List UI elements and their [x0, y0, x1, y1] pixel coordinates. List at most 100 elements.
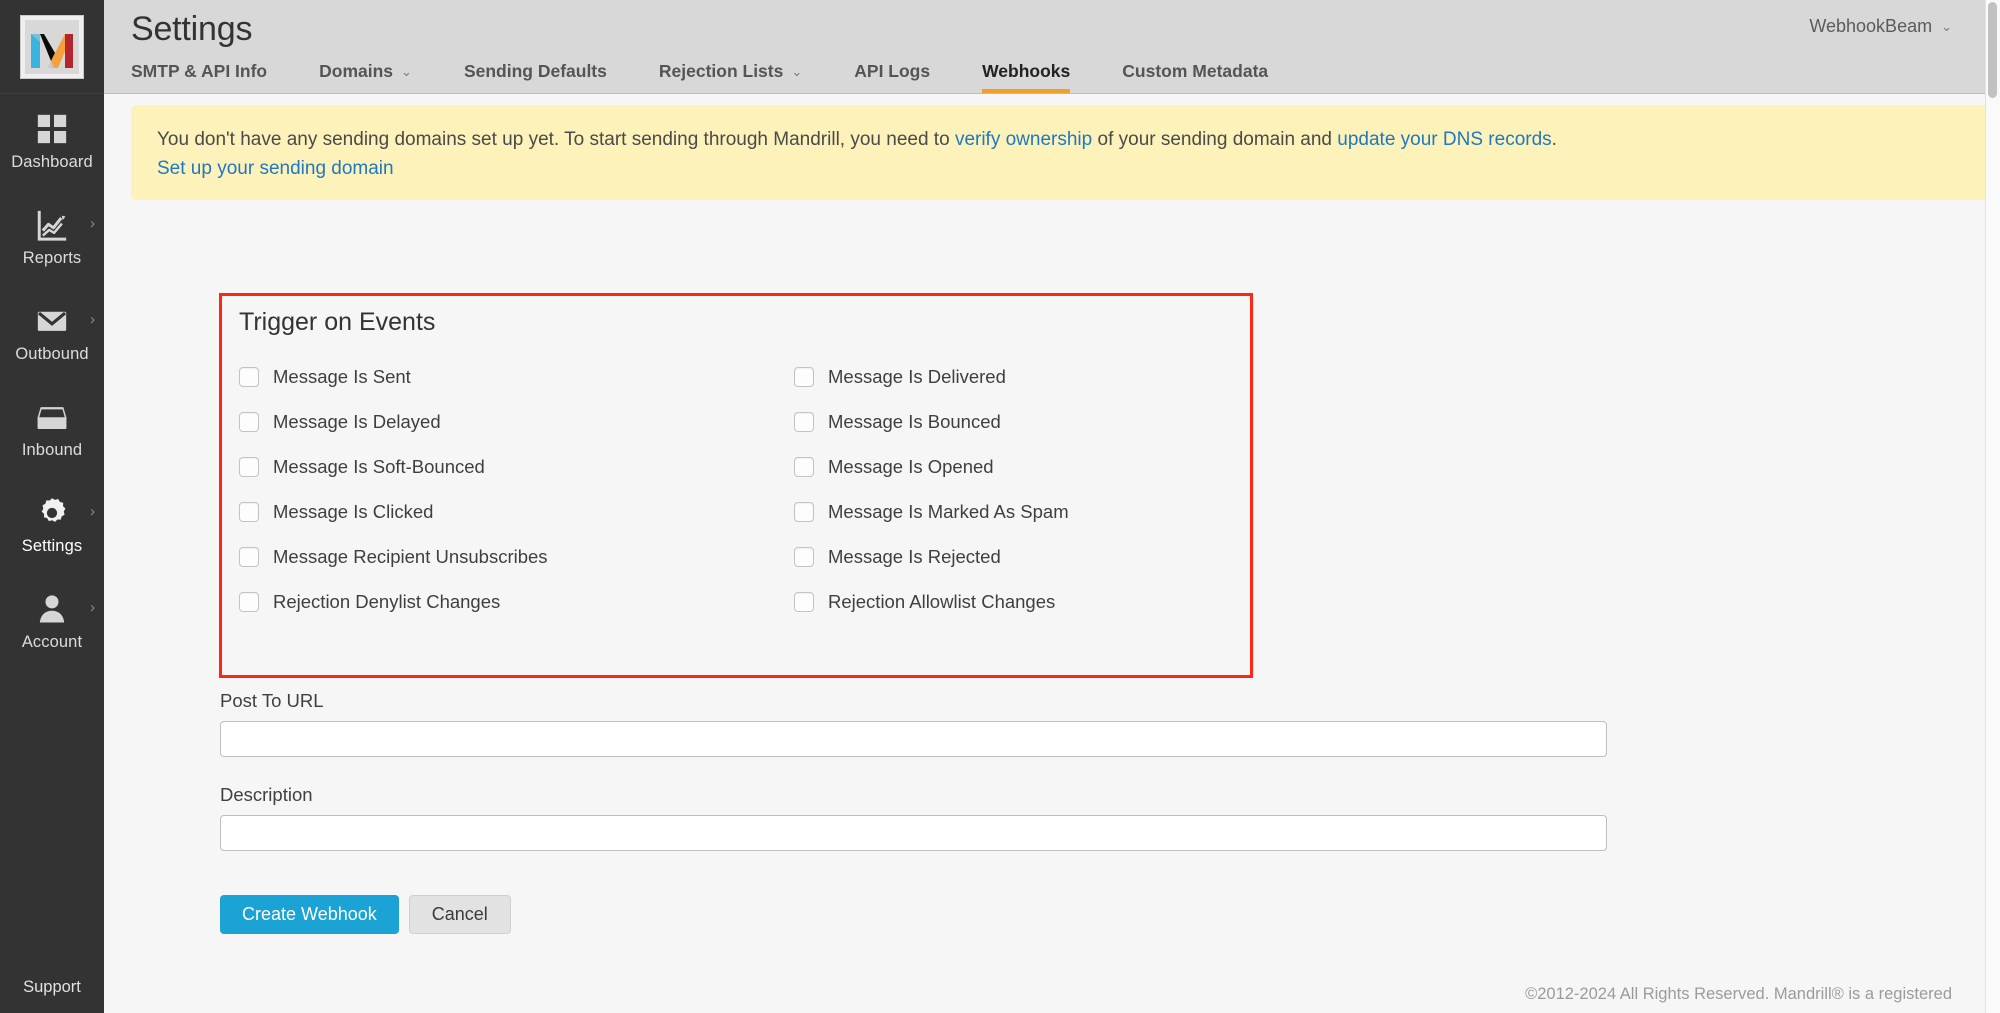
chevron-right-icon: › — [90, 600, 95, 615]
inbox-icon — [35, 400, 69, 434]
page-title: Settings — [131, 10, 252, 49]
event-checkbox-message-is-rejected[interactable]: Message Is Rejected — [794, 534, 1239, 579]
sidebar-item-outbound[interactable]: › Outbound — [0, 286, 104, 382]
checkbox-icon[interactable] — [794, 547, 814, 567]
brand-logo[interactable] — [0, 0, 104, 94]
sidebar-item-label: Settings — [22, 537, 82, 556]
event-label: Message Is Delivered — [828, 366, 1006, 388]
scrollbar-thumb[interactable] — [1988, 2, 1997, 98]
chevron-right-icon: › — [90, 216, 95, 231]
tab-api-logs[interactable]: API Logs — [854, 61, 930, 93]
banner-text-3: . — [1552, 129, 1557, 150]
event-label: Message Is Delayed — [273, 411, 441, 433]
event-checkbox-message-is-marked-as-spam[interactable]: Message Is Marked As Spam — [794, 489, 1239, 534]
event-label: Message Is Soft-Bounced — [273, 456, 485, 478]
support-link[interactable]: Support — [0, 978, 104, 997]
chevron-down-icon: ⌄ — [791, 64, 802, 80]
page-scrollbar[interactable] — [1985, 0, 2000, 1013]
tab-smtp-api-info[interactable]: SMTP & API Info — [131, 61, 267, 93]
event-label: Message Is Marked As Spam — [828, 501, 1069, 523]
chevron-down-icon: ⌄ — [401, 64, 412, 80]
checkbox-icon[interactable] — [239, 457, 259, 477]
checkbox-icon[interactable] — [794, 412, 814, 432]
event-checkbox-message-is-delayed[interactable]: Message Is Delayed — [239, 399, 794, 444]
checkbox-icon[interactable] — [794, 502, 814, 522]
chevron-down-icon: ⌄ — [1941, 19, 1952, 35]
verify-ownership-link[interactable]: verify ownership — [955, 129, 1092, 150]
gear-icon — [35, 496, 69, 530]
sidebar-item-account[interactable]: › Account — [0, 574, 104, 670]
sidebar-item-dashboard[interactable]: Dashboard — [0, 94, 104, 190]
trigger-on-events-list: Message Is Sent Message Is Delivered Mes… — [239, 354, 1239, 624]
user-icon — [35, 592, 69, 626]
sidebar-item-inbound[interactable]: Inbound — [0, 382, 104, 478]
mandrill-m-icon — [27, 28, 77, 74]
trigger-on-events-highlight: Trigger on Events Message Is Sent Messag… — [219, 293, 1253, 678]
event-label: Message Recipient Unsubscribes — [273, 546, 548, 568]
main-content: Settings SMTP & API Info Domains ⌄ Sendi… — [104, 0, 2000, 1013]
sending-domain-warning-banner: You don't have any sending domains set u… — [131, 105, 2000, 200]
tab-label: SMTP & API Info — [131, 61, 267, 82]
event-checkbox-rejection-allowlist-changes[interactable]: Rejection Allowlist Changes — [794, 579, 1239, 624]
chevron-right-icon: › — [90, 312, 95, 327]
sidebar-item-reports[interactable]: › Reports — [0, 190, 104, 286]
sidebar-item-label: Account — [22, 633, 82, 652]
sidebar-item-label: Reports — [23, 249, 81, 268]
sidebar-item-label: Inbound — [22, 441, 82, 460]
tab-custom-metadata[interactable]: Custom Metadata — [1122, 61, 1268, 93]
event-label: Message Is Opened — [828, 456, 994, 478]
sidebar: Dashboard › Reports › Outbound — [0, 0, 104, 1013]
event-label: Rejection Denylist Changes — [273, 591, 500, 613]
tab-domains[interactable]: Domains ⌄ — [319, 61, 412, 93]
checkbox-icon[interactable] — [239, 412, 259, 432]
banner-text-1: You don't have any sending domains set u… — [157, 129, 955, 150]
tab-webhooks[interactable]: Webhooks — [982, 61, 1070, 93]
sidebar-item-label: Outbound — [15, 345, 88, 364]
checkbox-icon[interactable] — [239, 547, 259, 567]
setup-sending-domain-link[interactable]: Set up your sending domain — [157, 158, 394, 180]
event-checkbox-message-is-opened[interactable]: Message Is Opened — [794, 444, 1239, 489]
checkbox-icon[interactable] — [239, 592, 259, 612]
event-checkbox-rejection-denylist-changes[interactable]: Rejection Denylist Changes — [239, 579, 794, 624]
form-spacer — [220, 757, 1610, 784]
account-menu[interactable]: WebhookBeam ⌄ — [1809, 16, 1952, 37]
event-label: Rejection Allowlist Changes — [828, 591, 1055, 613]
grid-icon — [35, 112, 69, 146]
app-root: Dashboard › Reports › Outbound — [0, 0, 2000, 1013]
chart-icon — [35, 208, 69, 242]
event-checkbox-message-is-delivered[interactable]: Message Is Delivered — [794, 354, 1239, 399]
event-checkbox-message-is-sent[interactable]: Message Is Sent — [239, 354, 794, 399]
description-label: Description — [220, 784, 1610, 806]
event-checkbox-message-is-clicked[interactable]: Message Is Clicked — [239, 489, 794, 534]
description-input[interactable] — [220, 815, 1607, 851]
tab-rejection-lists[interactable]: Rejection Lists ⌄ — [659, 61, 802, 93]
trigger-on-events-title: Trigger on Events — [239, 308, 435, 337]
tab-label: Custom Metadata — [1122, 61, 1268, 82]
account-name: WebhookBeam — [1809, 16, 1932, 37]
sidebar-item-settings[interactable]: › Settings — [0, 478, 104, 574]
tab-sending-defaults[interactable]: Sending Defaults — [464, 61, 607, 93]
event-checkbox-message-is-bounced[interactable]: Message Is Bounced — [794, 399, 1239, 444]
update-dns-records-link[interactable]: update your DNS records — [1337, 129, 1551, 150]
event-checkbox-message-is-soft-bounced[interactable]: Message Is Soft-Bounced — [239, 444, 794, 489]
chevron-right-icon: › — [90, 504, 95, 519]
event-label: Message Is Bounced — [828, 411, 1001, 433]
checkbox-icon[interactable] — [794, 457, 814, 477]
tab-label: Rejection Lists — [659, 61, 783, 82]
checkbox-icon[interactable] — [239, 502, 259, 522]
banner-text-2: of your sending domain and — [1092, 129, 1337, 150]
post-to-url-input[interactable] — [220, 721, 1607, 757]
settings-tab-bar: SMTP & API Info Domains ⌄ Sending Defaul… — [131, 61, 1320, 93]
checkbox-icon[interactable] — [794, 367, 814, 387]
tab-label: API Logs — [854, 61, 930, 82]
event-checkbox-message-recipient-unsubscribes[interactable]: Message Recipient Unsubscribes — [239, 534, 794, 579]
event-label: Message Is Sent — [273, 366, 411, 388]
page-header: Settings SMTP & API Info Domains ⌄ Sendi… — [104, 0, 2000, 94]
checkbox-icon[interactable] — [239, 367, 259, 387]
event-label: Message Is Clicked — [273, 501, 433, 523]
mandrill-logo-icon — [21, 16, 83, 78]
create-webhook-button[interactable]: Create Webhook — [220, 895, 399, 934]
sidebar-item-label: Dashboard — [11, 153, 93, 172]
checkbox-icon[interactable] — [794, 592, 814, 612]
cancel-button[interactable]: Cancel — [409, 895, 511, 934]
